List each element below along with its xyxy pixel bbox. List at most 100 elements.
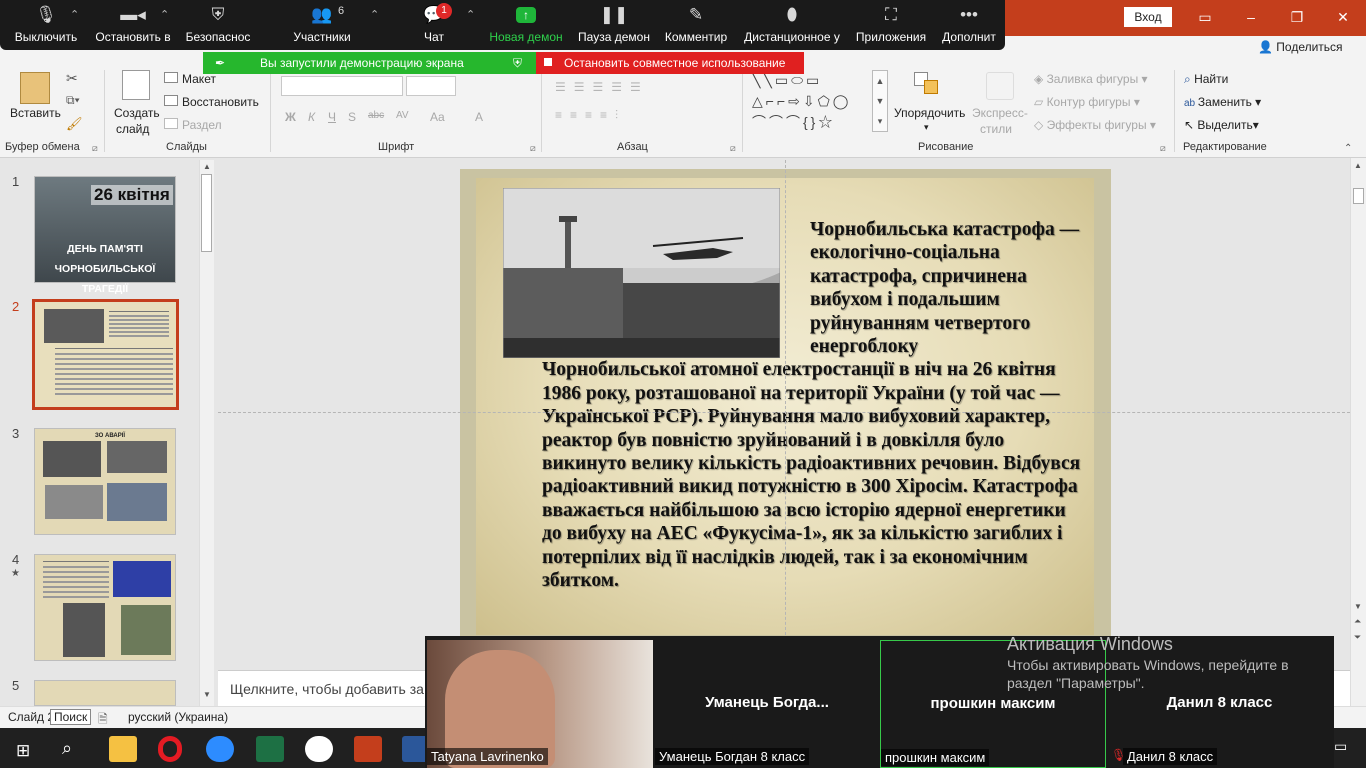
chevron-up-icon[interactable]: ⌃	[466, 8, 475, 21]
apps-button[interactable]: ⛶ Приложения	[852, 0, 930, 50]
scroll-up-icon[interactable]: ▲	[203, 162, 211, 171]
participant-name: Данил 8 класс	[1166, 694, 1273, 711]
collapse-ribbon-icon[interactable]: ⌃	[1344, 143, 1352, 154]
fill-icon: ◈	[1034, 72, 1047, 86]
mouse-icon: ⬮	[786, 5, 798, 24]
shapes-scroll[interactable]: ▲ ▼ ▾	[872, 70, 888, 132]
powerpoint-icon[interactable]	[354, 736, 382, 762]
prev-slide-icon[interactable]: ⏶	[1354, 616, 1361, 627]
paste-button[interactable]: Вставить	[10, 106, 61, 120]
close-icon[interactable]: ✕	[1328, 6, 1358, 28]
excel-icon[interactable]	[256, 736, 284, 762]
shapes-gallery[interactable]: ╲╲▭⬭▭ △⌐⌐⇨⇩⬠◯ ⌒⌒⌒{}☆	[752, 70, 872, 132]
notification-icon[interactable]: ▭	[1334, 738, 1347, 755]
char-spacing-button[interactable]: AV	[396, 110, 409, 121]
ellipsis-icon: •••	[960, 5, 978, 24]
more-button[interactable]: ••• Дополнит	[938, 0, 1000, 50]
font-size-input[interactable]	[406, 76, 456, 96]
people-icon: 👥	[311, 5, 333, 24]
layout-button[interactable]: Макет	[182, 72, 216, 86]
font-color-button[interactable]: A	[475, 110, 483, 124]
next-slide-icon[interactable]: ⏷	[1354, 632, 1361, 643]
list-buttons[interactable]: ☰☰☰☰☰	[555, 80, 735, 94]
pause-share-button[interactable]: ❚❚ Пауза демон	[576, 0, 652, 50]
copy-icon[interactable]: ⧉▾	[66, 93, 80, 108]
scroll-up-icon[interactable]: ▲	[1354, 161, 1362, 170]
drawing-group-label: Рисование	[918, 141, 974, 153]
new-share-button[interactable]: ↑ Новая демон	[486, 0, 566, 50]
scrollbar-thumb[interactable]	[201, 174, 212, 252]
remote-control-button[interactable]: ⬮ Дистанционное у	[742, 0, 842, 50]
slide-thumbnail-1[interactable]: 26 квітня ДЕНЬ ПАМ'ЯТІ ЧОРНОБИЛЬСЬКОЇ ТР…	[34, 176, 176, 295]
dialog-launcher-icon[interactable]: ⧄	[530, 143, 536, 154]
dialog-launcher-icon[interactable]: ⧄	[92, 143, 98, 154]
arrange-button[interactable]: Упорядочить	[894, 106, 965, 120]
scroll-down-icon[interactable]: ▼	[203, 690, 211, 699]
participants-button[interactable]: 👥 Участники	[284, 0, 360, 50]
slide-thumbnail-3[interactable]: ЗО АВАРІЇ	[34, 428, 176, 535]
signin-button[interactable]: Вход	[1124, 7, 1172, 27]
slide-thumbnail-4[interactable]	[34, 554, 176, 661]
windows-start-icon[interactable]: ⊞	[16, 741, 30, 761]
italic-button[interactable]: К	[308, 110, 315, 124]
divider	[104, 70, 105, 152]
slide-text-box[interactable]: Чорнобильська катастрофа — екологічно-со…	[542, 218, 1084, 593]
security-button[interactable]: ⛨ Безопаснос	[182, 0, 254, 50]
thumb-photo	[63, 603, 105, 657]
chevron-up-icon[interactable]: ⌃	[160, 8, 169, 21]
dialog-launcher-icon[interactable]: ⧄	[730, 143, 736, 154]
annotate-button[interactable]: ✎ Комментир	[662, 0, 730, 50]
slide-thumbnail-5[interactable]	[34, 680, 176, 706]
minimize-icon[interactable]: –	[1236, 6, 1266, 28]
video-tile-label: Уманець Богдан 8 класс	[655, 748, 810, 765]
pause-icon: ❚❚	[599, 5, 629, 24]
opera-icon[interactable]	[158, 736, 182, 762]
language-indicator[interactable]: русский (Украина)	[128, 710, 228, 724]
thumb-title: 26 квітня	[91, 185, 173, 205]
slide-thumbnail-2[interactable]	[32, 299, 179, 410]
stop-share-button[interactable]: Остановить совместное использование	[536, 52, 804, 74]
find-button[interactable]: ⌕ Найти	[1184, 72, 1228, 87]
quick-styles-button[interactable]: Экспресс-	[972, 106, 1028, 120]
slides-group-label: Слайды	[166, 141, 207, 153]
reset-button[interactable]: Восстановить	[182, 95, 259, 109]
video-tile-participant[interactable]: Уманець Богда... Уманець Богдан 8 класс	[655, 640, 879, 768]
ribbon-display-icon[interactable]: ▭	[1190, 6, 1220, 28]
thumbnail-scrollbar[interactable]: ▲ ▼	[199, 160, 214, 706]
replace-button[interactable]: ab Заменить ▾	[1184, 95, 1261, 109]
chevron-up-icon[interactable]: ⌃	[70, 8, 79, 21]
shape-fill-button[interactable]: ◈ Заливка фигуры ▾	[1034, 72, 1148, 86]
dialog-launcher-icon[interactable]: ⧄	[1160, 143, 1166, 154]
chat-badge: 1	[436, 3, 452, 19]
slide-indicator: Слайд 2	[8, 710, 55, 724]
scrollbar-thumb[interactable]	[1353, 188, 1364, 204]
shield-icon: ⛨	[211, 5, 225, 24]
search-icon[interactable]: ⌕	[62, 738, 72, 759]
section-button[interactable]: Раздел	[182, 118, 222, 132]
file-explorer-icon[interactable]	[109, 736, 137, 762]
shadow-button[interactable]: S	[348, 110, 356, 124]
underline-button[interactable]: Ч	[328, 110, 336, 124]
font-name-input[interactable]	[281, 76, 403, 96]
chevron-up-icon[interactable]: ⌃	[370, 8, 379, 21]
strikethrough-button[interactable]: abc	[368, 110, 384, 121]
slide-scrollbar[interactable]: ▲ ▼ ⏶ ⏷	[1350, 158, 1366, 706]
shape-effects-button[interactable]: ◇ Эффекты фигуры ▾	[1034, 118, 1156, 132]
bold-button[interactable]: Ж	[285, 110, 296, 124]
video-tile-self[interactable]: Tatyana Lavrinenko	[427, 640, 653, 768]
maximize-icon[interactable]: ❐	[1282, 6, 1312, 28]
change-case-button[interactable]: Aa	[430, 110, 445, 124]
align-buttons[interactable]: ≡≡≡≡⫶	[555, 108, 735, 122]
pencil-icon: ✎	[688, 5, 704, 24]
arrange-icon	[912, 70, 942, 98]
thumb-number: 1	[12, 174, 20, 189]
new-slide-button[interactable]: Создать	[114, 106, 160, 120]
shape-outline-button[interactable]: ▱ Контур фигуры ▾	[1034, 95, 1140, 109]
share-button[interactable]: 👤 Поделиться	[1258, 40, 1343, 54]
select-button[interactable]: ↖ Выделить▾	[1184, 118, 1259, 132]
scroll-down-icon[interactable]: ▼	[1354, 602, 1362, 611]
zoom-icon[interactable]	[206, 736, 234, 762]
cut-icon[interactable]: ✂	[66, 70, 78, 87]
format-painter-icon[interactable]: 🖌	[66, 116, 83, 132]
media-player-icon[interactable]	[305, 736, 333, 762]
